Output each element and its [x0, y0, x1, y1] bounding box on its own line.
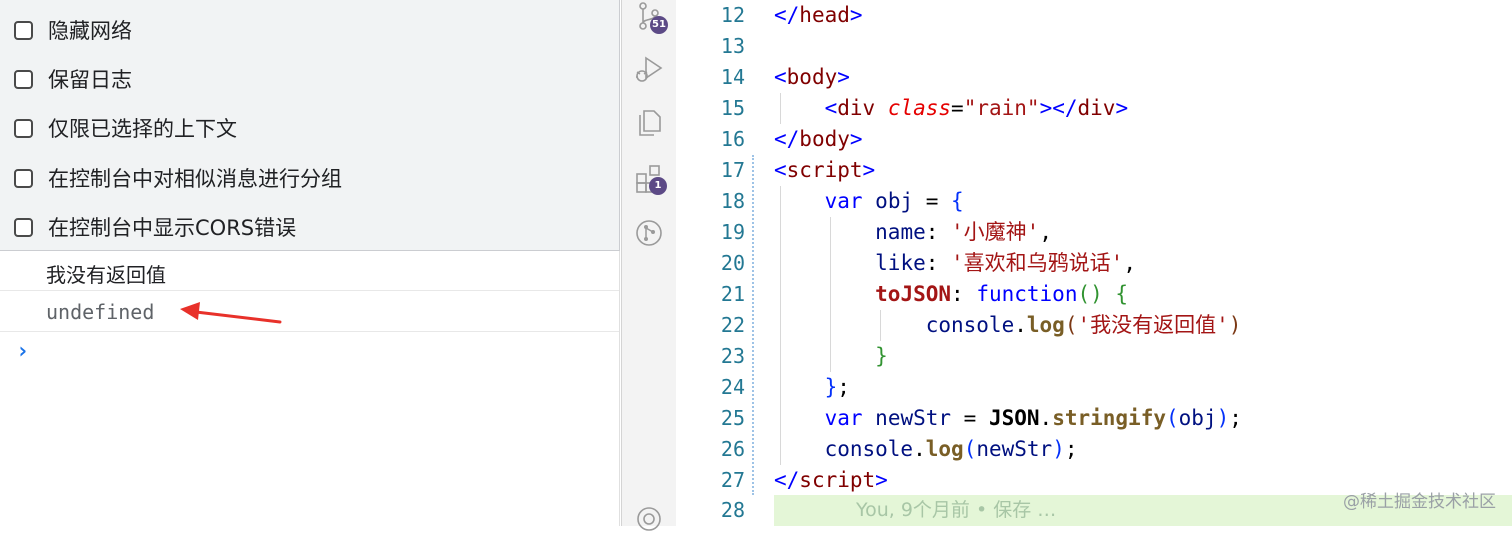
watermark: @稀土掘金技术社区 [1343, 492, 1496, 512]
explorer-icon[interactable] [634, 107, 664, 137]
line-number: 15 [720, 96, 745, 120]
line-number: 26 [720, 437, 745, 461]
extensions-badge: 1 [649, 177, 667, 195]
line-number: 23 [720, 344, 745, 368]
code-line-19: 19 name: '小魔神', [676, 217, 1512, 248]
activity-bar: 51 1 [621, 0, 677, 531]
code-line-13: 13 [676, 31, 1512, 62]
console-prompt[interactable]: › [16, 339, 29, 364]
code-line-21: 21 toJSON: function() { [676, 279, 1512, 310]
run-debug-icon[interactable] [634, 55, 664, 85]
console-output: 我没有返回值 undefined › [0, 251, 620, 526]
code-line-18: 18 var obj = { [676, 186, 1512, 217]
line-number: 28 [720, 498, 745, 522]
console-return-value: undefined [0, 292, 619, 332]
red-arrow-annotation [180, 302, 282, 324]
line-number: 14 [720, 65, 745, 89]
option-label: 保留日志 [48, 68, 132, 92]
option-label: 仅限已选择的上下文 [48, 117, 237, 141]
option-label: 隐藏网络 [48, 19, 132, 43]
line-number: 22 [720, 313, 745, 337]
code-line-20: 20 like: '喜欢和乌鸦说话', [676, 248, 1512, 279]
code-line-23: 23 } [676, 341, 1512, 372]
line-number: 20 [720, 251, 745, 275]
hide-network-checkbox[interactable] [14, 20, 33, 40]
code-line-16: 16 </body> [676, 124, 1512, 155]
show-cors-checkbox[interactable] [14, 217, 33, 237]
git-blame-annotation: You, 9个月前 • 保存 … [856, 499, 1057, 521]
code-line-15: 15 <div class="rain"></div> [676, 93, 1512, 124]
line-number: 21 [720, 282, 745, 306]
line-number: 17 [720, 158, 745, 182]
code-line-26: 26 console.log(newStr); [676, 434, 1512, 465]
line-number: 16 [720, 127, 745, 151]
source-control-icon[interactable]: 51 [634, 2, 668, 34]
extensions-icon[interactable]: 1 [634, 163, 667, 195]
line-number: 13 [720, 34, 745, 58]
line-number: 25 [720, 406, 745, 430]
option-label: 在控制台中显示CORS错误 [48, 216, 297, 240]
source-control-badge: 51 [650, 16, 668, 34]
console-log-message: 我没有返回值 [0, 251, 619, 291]
group-similar-checkbox[interactable] [14, 168, 33, 188]
option-hide-network[interactable]: 隐藏网络 [14, 15, 132, 45]
option-preserve-log[interactable]: 保留日志 [14, 64, 132, 94]
code-line-22: 22 console.log('我没有返回值') [676, 310, 1512, 341]
preserve-log-checkbox[interactable] [14, 69, 33, 89]
code-line-17: 17 <script> [676, 155, 1512, 186]
return-value-text: undefined [46, 300, 155, 324]
settings-icon[interactable] [634, 504, 664, 534]
code-line-12: 12 </head> [676, 0, 1512, 31]
code-line-25: 25 var newStr = JSON.stringify(obj); [676, 403, 1512, 434]
option-show-cors-errors[interactable]: 在控制台中显示CORS错误 [14, 212, 296, 242]
option-selected-context-only[interactable]: 仅限已选择的上下文 [14, 113, 237, 143]
line-number: 12 [720, 3, 745, 27]
option-group-similar[interactable]: 在控制台中对相似消息进行分组 [14, 163, 342, 193]
code-line-14: 14 <body> [676, 62, 1512, 93]
line-number: 27 [720, 468, 745, 492]
code-editor[interactable]: 12 </head> 13 14 <body> 15 <div class="r… [676, 0, 1512, 526]
selected-context-checkbox[interactable] [14, 118, 33, 138]
code-line-24: 24 }; [676, 372, 1512, 403]
console-settings-panel: 隐藏网络 保留日志 仅限已选择的上下文 在控制台中对相似消息进行分组 在控制台中… [0, 0, 620, 251]
git-graph-icon[interactable] [634, 218, 664, 248]
devtools-console-panel: 隐藏网络 保留日志 仅限已选择的上下文 在控制台中对相似消息进行分组 在控制台中… [0, 0, 621, 526]
line-number: 18 [720, 189, 745, 213]
option-label: 在控制台中对相似消息进行分组 [48, 167, 342, 191]
line-number: 19 [720, 220, 745, 244]
log-message-text: 我没有返回值 [46, 263, 166, 287]
line-number: 24 [720, 375, 745, 399]
